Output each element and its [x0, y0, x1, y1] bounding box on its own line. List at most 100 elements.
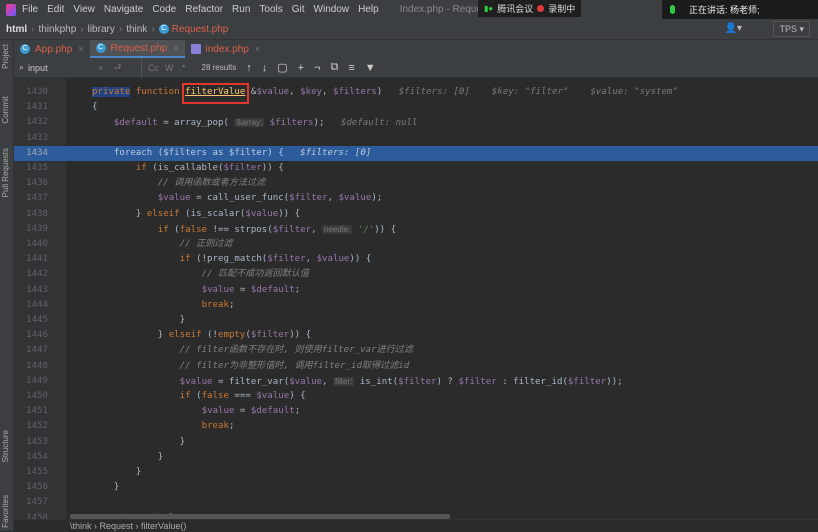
code-line[interactable]: 1447 // filter函数不存在时, 则使用filter_var进行过滤 — [14, 343, 818, 358]
code-line[interactable]: 1442 // 匹配不成功返回默认值 — [14, 267, 818, 282]
line-number[interactable]: 1445 — [20, 313, 48, 328]
breadcrumb-item[interactable]: think — [126, 24, 147, 35]
code-line[interactable]: 1454} — [14, 450, 818, 465]
code-line[interactable]: 1449 $value = filter_var($value, filter: … — [14, 374, 818, 389]
clear-icon[interactable]: × — [98, 63, 103, 73]
code-line[interactable]: 1433 — [14, 131, 818, 146]
meeting-indicator[interactable]: ▮● 腾讯会议 录制中 — [478, 0, 582, 17]
commit-tool-button[interactable]: Commit — [1, 96, 10, 124]
line-number[interactable]: 1448 — [20, 359, 48, 374]
select-all-icon[interactable]: ▢ — [277, 61, 287, 74]
menu-refactor[interactable]: Refactor — [185, 4, 223, 15]
code-line[interactable]: 1440 // 正则过滤 — [14, 237, 818, 252]
breadcrumb-item[interactable]: thinkphp — [38, 24, 76, 35]
match-case-toggle[interactable]: Cc — [148, 63, 159, 73]
line-number[interactable]: 1444 — [20, 298, 48, 313]
line-number[interactable]: 1440 — [20, 237, 48, 252]
favorites-tool-button[interactable]: Favorites — [1, 495, 10, 528]
user-icon[interactable]: 👤▾ — [725, 23, 742, 34]
remove-selection-icon[interactable]: ¬ — [314, 62, 320, 74]
line-number[interactable]: 1457 — [20, 495, 48, 510]
code-line[interactable]: 1434 foreach ($filters as $filter) { $fil… — [14, 145, 818, 161]
breadcrumb-item[interactable]: library — [88, 24, 115, 35]
line-number[interactable]: 1433 — [20, 131, 48, 146]
breadcrumb-item[interactable]: html — [6, 24, 27, 35]
code-line[interactable]: 1435 if (is_callable($filter)) { — [14, 161, 818, 176]
menu-window[interactable]: Window — [314, 4, 350, 15]
line-number[interactable]: 1435 — [20, 161, 48, 176]
code-editor[interactable]: 1430 private function filterValue(&$value… — [14, 78, 818, 519]
select-occurrences-icon[interactable]: ⧉ — [330, 61, 338, 74]
line-number[interactable]: 1441 — [20, 252, 48, 267]
code-line[interactable]: 1437 $value = call_user_func($filter, $va… — [14, 191, 818, 206]
words-toggle[interactable]: W — [165, 63, 174, 73]
line-number[interactable]: 1453 — [20, 435, 48, 450]
line-number[interactable]: 1454 — [20, 450, 48, 465]
new-line-icon[interactable]: ⮐ — [113, 60, 121, 76]
close-icon[interactable]: × — [173, 43, 178, 53]
search-input[interactable]: ⌕ input × ⮐ — [14, 57, 142, 78]
code-line[interactable]: 1436 // 调用函数或者方法过滤 — [14, 176, 818, 191]
code-line[interactable]: 1457 — [14, 495, 818, 510]
code-line[interactable]: 1453} — [14, 435, 818, 450]
menu-code[interactable]: Code — [152, 4, 176, 15]
line-number[interactable]: 1446 — [20, 328, 48, 343]
line-number[interactable]: 1450 — [20, 389, 48, 404]
menu-git[interactable]: Git — [292, 4, 305, 15]
code-line[interactable]: 1430 private function filterValue(&$value… — [14, 85, 818, 100]
code-line[interactable]: 1446} elseif (!empty($filter)) { — [14, 328, 818, 343]
tab-index-php[interactable]: index.php × — [185, 40, 267, 58]
code-line[interactable]: 1444 break; — [14, 298, 818, 313]
menu-edit[interactable]: Edit — [47, 4, 64, 15]
line-number[interactable]: 1456 — [20, 480, 48, 495]
code-breadcrumb[interactable]: \think › Request › filterValue() — [14, 519, 818, 531]
structure-tool-button[interactable]: Structure — [1, 430, 10, 462]
tab-request-php[interactable]: C Request.php × — [89, 40, 185, 58]
line-number[interactable]: 1434 — [20, 146, 48, 161]
line-number[interactable]: 1436 — [20, 176, 48, 191]
menu-tools[interactable]: Tools — [259, 4, 282, 15]
line-number[interactable]: 1431 — [20, 100, 48, 115]
add-selection-icon[interactable]: + — [298, 62, 304, 74]
line-number[interactable]: 1438 — [20, 207, 48, 222]
filter-icon[interactable]: ▼ — [365, 62, 376, 74]
code-line[interactable]: 1438} elseif (is_scalar($value)) { — [14, 207, 818, 222]
menu-view[interactable]: View — [73, 4, 95, 15]
tab-app-php[interactable]: C App.php × — [14, 40, 90, 58]
menu-help[interactable]: Help — [358, 4, 379, 15]
line-number[interactable]: 1443 — [20, 283, 48, 298]
prev-occurrence-icon[interactable]: ↑ — [246, 62, 252, 74]
breadcrumb-item[interactable]: Request.php — [172, 24, 229, 35]
close-icon[interactable]: × — [78, 44, 83, 54]
code-line[interactable]: 1445} — [14, 313, 818, 328]
line-number[interactable]: 1455 — [20, 465, 48, 480]
line-number[interactable]: 1452 — [20, 419, 48, 434]
line-number[interactable]: 1449 — [20, 374, 48, 389]
regex-toggle[interactable]: .* — [180, 63, 186, 73]
code-line[interactable]: 1448 // filter为非整形值时, 调用filter_id取得过滤id — [14, 359, 818, 374]
project-tool-button[interactable]: Project — [1, 44, 10, 69]
search-value[interactable]: input — [28, 63, 88, 73]
code-line[interactable]: 1455} — [14, 465, 818, 480]
line-number[interactable]: 1439 — [20, 222, 48, 237]
code-line[interactable]: 1451 $value = $default; — [14, 404, 818, 419]
pull-requests-tool-button[interactable]: Pull Requests — [1, 148, 10, 197]
code-line[interactable]: 1439 if (false !== strpos($filter, needle… — [14, 222, 818, 237]
code-line[interactable]: 1450 if (false === $value) { — [14, 389, 818, 404]
code-line[interactable]: 1431 { — [14, 100, 818, 115]
line-number[interactable]: 1442 — [20, 267, 48, 282]
menu-run[interactable]: Run — [232, 4, 250, 15]
next-occurrence-icon[interactable]: ↓ — [262, 62, 268, 74]
code-line[interactable]: 1452 break; — [14, 419, 818, 434]
code-line[interactable]: 1432 $default = array_pop( &array: $filte… — [14, 115, 818, 130]
close-icon[interactable]: × — [255, 44, 260, 54]
line-number[interactable]: 1458 — [20, 511, 48, 519]
run-config-select[interactable]: TPS ▾ — [773, 21, 810, 37]
menu-navigate[interactable]: Navigate — [104, 4, 143, 15]
open-in-window-icon[interactable]: ≡ — [348, 62, 354, 74]
code-line[interactable]: 1443 $value = $default; — [14, 283, 818, 298]
line-number[interactable]: 1437 — [20, 191, 48, 206]
line-number[interactable]: 1432 — [20, 115, 48, 130]
code-line[interactable]: 1441 if (!preg_match($filter, $value)) { — [14, 252, 818, 267]
line-number[interactable]: 1451 — [20, 404, 48, 419]
